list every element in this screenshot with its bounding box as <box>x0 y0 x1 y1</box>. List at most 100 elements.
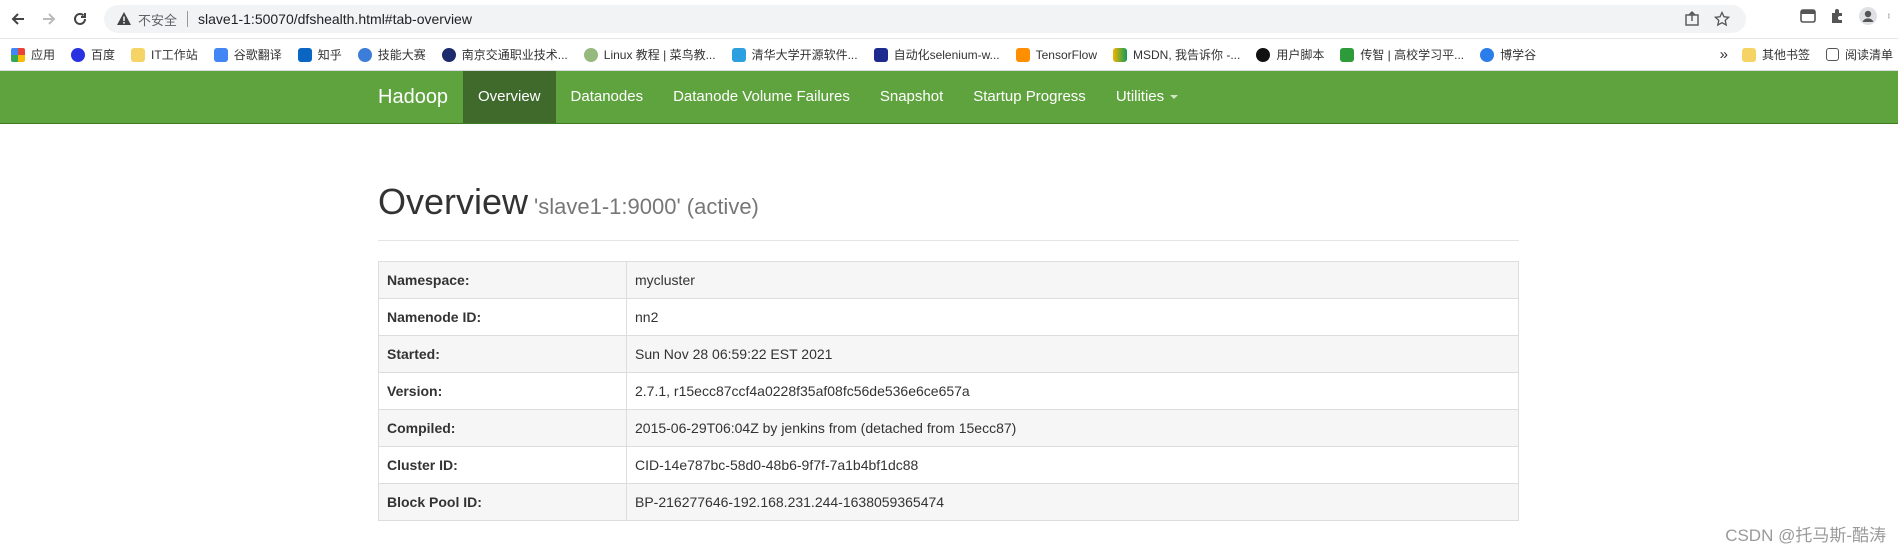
bookmark-label: 应用 <box>31 48 56 62</box>
userscript-icon <box>1256 47 1271 62</box>
url-text[interactable]: slave1-1:50070/dfshealth.html#tab-overvi… <box>198 11 472 27</box>
navbar-brand[interactable]: Hadoop <box>378 71 448 123</box>
tab-search-icon[interactable] <box>1798 6 1818 26</box>
row-key: Version: <box>378 372 627 410</box>
page-title-text: Overview <box>378 181 529 222</box>
msdn-icon <box>1112 47 1127 62</box>
nav-tab-overview[interactable]: Overview <box>463 71 556 123</box>
extensions-puzzle-icon[interactable] <box>1828 6 1848 26</box>
bookmark-label: 南京交通职业技术... <box>461 48 568 62</box>
utilities-label: Utilities <box>1115 88 1165 105</box>
row-value: nn2 <box>626 298 1519 336</box>
bookmark-label: 博学谷 <box>1500 48 1537 62</box>
bookmark-apps[interactable]: 应用 <box>11 46 55 63</box>
translate-icon <box>213 47 228 62</box>
navbar-menu: Overview Datanodes Datanode Volume Failu… <box>463 71 1193 123</box>
nav-tab-startup-progress[interactable]: Startup Progress <box>958 71 1101 123</box>
arrow-left-icon <box>11 13 24 25</box>
star-icon[interactable] <box>1714 11 1730 27</box>
table-row: Cluster ID: CID-14e787bc-58d0-48b6-9f7f-… <box>378 446 1519 484</box>
row-value: BP-216277646-192.168.231.244-16380593654… <box>626 483 1519 521</box>
bookmark-label: 用户脚本 <box>1276 48 1325 62</box>
bookmark-it-station[interactable]: IT工作站 <box>131 46 198 63</box>
back-button[interactable] <box>5 6 31 32</box>
page-title: Overview'slave1-1:9000' (active) <box>378 178 1519 231</box>
bookmark-label: Linux 教程 | 菜鸟教... <box>603 48 716 62</box>
overview-table: Namespace: mycluster Namenode ID: nn2 St… <box>378 261 1519 521</box>
baidu-icon <box>71 47 86 62</box>
hadoop-navbar: Hadoop Overview Datanodes Datanode Volum… <box>0 71 1898 124</box>
reading-list-icon <box>1825 48 1839 61</box>
reading-list[interactable]: 阅读清单 <box>1825 46 1893 63</box>
page-subtitle: 'slave1-1:9000' (active) <box>534 194 759 219</box>
table-row: Compiled: 2015-06-29T06:04Z by jenkins f… <box>378 409 1519 447</box>
page-header: Overview'slave1-1:9000' (active) <box>378 178 1519 241</box>
tuna-icon <box>731 47 746 62</box>
csdn-watermark: CSDN @托马斯-酷涛 <box>1725 526 1886 545</box>
bookmark-tsinghua-mirror[interactable]: 清华大学开源软件... <box>731 46 858 63</box>
bookmark-skills-contest[interactable]: 技能大赛 <box>357 46 426 63</box>
nav-tab-utilities[interactable]: Utilities <box>1101 71 1193 123</box>
omnibox-divider <box>187 11 189 27</box>
site-icon <box>357 47 372 62</box>
bookmark-label: 技能大赛 <box>377 48 426 62</box>
chuanzhi-icon <box>1340 47 1355 62</box>
row-key: Cluster ID: <box>378 446 627 484</box>
bookmark-msdn[interactable]: MSDN, 我告诉你 -... <box>1112 46 1241 63</box>
bookmark-nanjing-jiaotong[interactable]: 南京交通职业技术... <box>441 46 568 63</box>
bookmark-google-translate[interactable]: 谷歌翻译 <box>213 46 282 63</box>
forward-button[interactable] <box>36 6 62 32</box>
share-icon[interactable] <box>1684 11 1700 27</box>
browser-toolbar: 不安全 slave1-1:50070/dfshealth.html#tab-ov… <box>0 0 1898 39</box>
bookmark-label: 阅读清单 <box>1844 48 1893 62</box>
row-key: Started: <box>378 335 627 373</box>
apps-grid-icon <box>11 47 25 62</box>
bookmark-boxuegu[interactable]: 博学谷 <box>1480 46 1536 63</box>
bookmark-label: IT工作站 <box>151 48 198 62</box>
security-label: 不安全 <box>138 12 178 28</box>
row-key: Namenode ID: <box>378 298 627 336</box>
row-value: CID-14e787bc-58d0-48b6-9f7f-7a1b4bf1dc88 <box>626 446 1519 484</box>
other-bookmarks[interactable]: 其他书签 <box>1741 46 1810 63</box>
row-value: mycluster <box>626 261 1519 299</box>
runoob-icon <box>583 47 598 62</box>
bookmark-label: 清华大学开源软件... <box>751 48 858 62</box>
caret-down-icon <box>1170 95 1179 100</box>
profile-avatar-icon[interactable] <box>1858 6 1878 26</box>
row-value: 2015-06-29T06:04Z by jenkins from (detac… <box>626 409 1519 447</box>
row-key: Namespace: <box>378 261 627 299</box>
bookmark-label: 自动化selenium-w... <box>893 48 1000 62</box>
bookmark-userscript[interactable]: 用户脚本 <box>1256 46 1324 63</box>
table-row: Namenode ID: nn2 <box>378 298 1519 336</box>
reload-icon <box>74 12 86 25</box>
arrow-right-icon <box>43 13 56 25</box>
bookmark-label: TensorFlow <box>1035 47 1097 62</box>
boxuegu-icon <box>1480 47 1495 62</box>
nav-tab-datanode-volume-failures[interactable]: Datanode Volume Failures <box>658 71 865 123</box>
nav-tab-datanodes[interactable]: Datanodes <box>556 71 659 123</box>
row-key: Compiled: <box>378 409 627 447</box>
folder-icon <box>131 47 146 62</box>
bookmark-chuanzhi[interactable]: 传智 | 高校学习平... <box>1340 46 1464 63</box>
more-bookmarks-chevron[interactable]: » <box>1720 46 1728 63</box>
site-icon <box>441 47 456 62</box>
table-row: Block Pool ID: BP-216277646-192.168.231.… <box>378 483 1519 521</box>
address-bar[interactable]: 不安全 slave1-1:50070/dfshealth.html#tab-ov… <box>104 5 1746 33</box>
bookmark-baidu[interactable]: 百度 <box>71 46 115 63</box>
bookmark-selenium[interactable]: 自动化selenium-w... <box>873 46 1000 63</box>
menu-kebab-icon[interactable] <box>1888 6 1894 26</box>
bookmark-label: 其他书签 <box>1761 48 1810 62</box>
bookmark-tensorflow[interactable]: TensorFlow <box>1015 47 1097 62</box>
bookmark-label: MSDN, 我告诉你 -... <box>1132 48 1241 62</box>
bookmark-runoob-linux[interactable]: Linux 教程 | 菜鸟教... <box>583 46 716 63</box>
row-value: 2.7.1, r15ecc87ccf4a0228f35af08fc56de536… <box>626 372 1519 410</box>
table-row: Started: Sun Nov 28 06:59:22 EST 2021 <box>378 335 1519 373</box>
bookmark-label: 百度 <box>91 48 116 62</box>
bookmark-label: 知乎 <box>317 48 342 62</box>
warning-icon <box>117 12 131 25</box>
folder-icon <box>1741 47 1756 62</box>
reload-button[interactable] <box>67 6 93 32</box>
bookmark-zhihu[interactable]: 知乎 <box>297 46 342 63</box>
bookmark-label: 传智 | 高校学习平... <box>1360 48 1465 62</box>
nav-tab-snapshot[interactable]: Snapshot <box>865 71 958 123</box>
